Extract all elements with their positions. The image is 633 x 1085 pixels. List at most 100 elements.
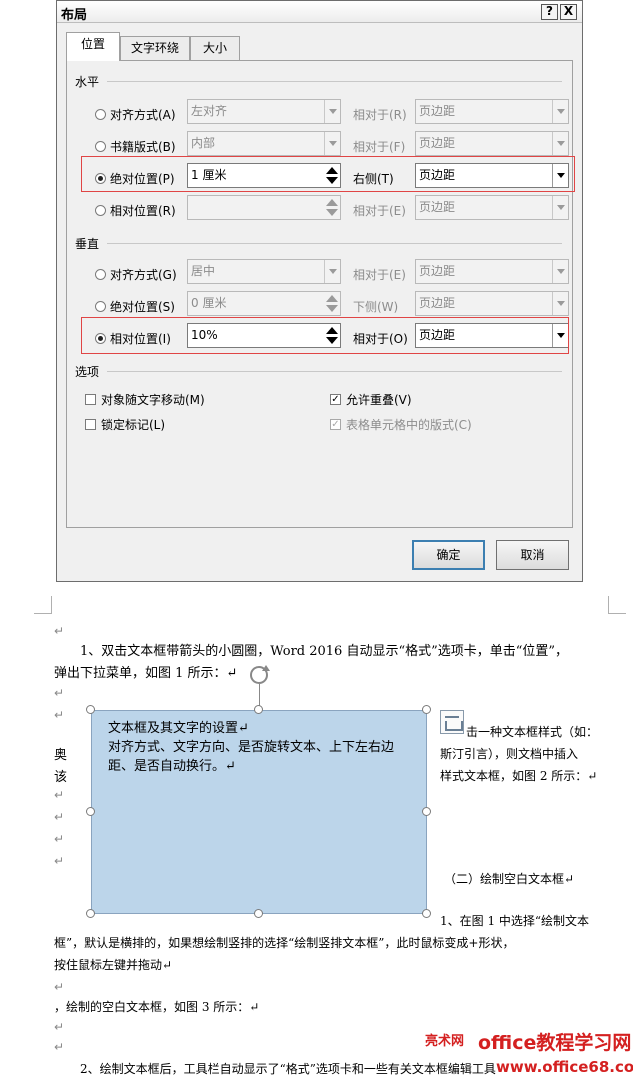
doc-right-line-1: 击一种文本框样式（如： [466, 725, 599, 739]
doc-heading-2: （二）绘制空白文本框↵ [444, 872, 575, 886]
section-divider [107, 243, 562, 244]
h-relative-radio[interactable]: 相对位置(R) [95, 202, 176, 219]
help-button[interactable]: ? [541, 4, 558, 20]
dialog-title: 布局 [61, 8, 88, 23]
tab-size[interactable]: 大小 [190, 36, 240, 60]
checkmark-icon: ✓ [330, 394, 341, 405]
chevron-down-icon [552, 324, 568, 347]
dialog-titlebar: 布局 ? X [57, 1, 582, 23]
doc-right-line-3: 样式文本框，如图 2 所示：↵ [440, 769, 598, 783]
allow-overlap-checkbox[interactable]: ✓ 允许重叠(V) [330, 391, 412, 408]
h-book-layout-radio[interactable]: 书籍版式(B) [95, 138, 176, 155]
position-panel: 水平 对齐方式(A) 左对齐 相对于(R) 页边距 书籍版式(B) 内部 相对于… [66, 60, 575, 528]
v-absolute-radio[interactable]: 绝对位置(S) [95, 298, 175, 315]
spinner-icon[interactable] [324, 324, 340, 347]
text-box-line-3: 距、是否自动换行。↵ [108, 759, 236, 774]
resize-handle[interactable] [254, 909, 263, 918]
v-align-radio[interactable]: 对齐方式(G) [95, 266, 177, 283]
paragraph-mark: ↵ [54, 788, 65, 802]
spinner-icon[interactable] [324, 292, 340, 315]
radio-icon [95, 109, 106, 120]
h-absolute-value: 1 厘米 [191, 168, 227, 182]
tab-text-wrapping[interactable]: 文字环绕 [120, 36, 190, 60]
resize-handle[interactable] [86, 705, 95, 714]
text-box-content[interactable]: 文本框及其文字的设置↵ 对齐方式、文字方向、是否旋转文本、上下左右边 距、是否自… [108, 719, 394, 776]
v-absolute-input[interactable]: 0 厘米 [187, 291, 341, 316]
chevron-down-icon [324, 100, 340, 123]
v-relative-rel-select[interactable]: 页边距 [415, 323, 569, 348]
resize-handle[interactable] [86, 909, 95, 918]
h-relative-input[interactable] [187, 195, 341, 220]
v-align-rel-select[interactable]: 页边距 [415, 259, 569, 284]
lock-anchor-checkbox[interactable]: 锁定标记(L) [85, 416, 165, 433]
v-relative-rel-value: 页边距 [419, 328, 456, 342]
spinner-icon[interactable] [324, 196, 340, 219]
watermark-site-cn: 亮术网 [425, 1034, 465, 1049]
checkbox-icon [85, 419, 96, 430]
h-absolute-radio[interactable]: 绝对位置(P) [95, 170, 175, 187]
paragraph-mark: ↵ [54, 832, 65, 846]
lock-anchor-label: 锁定标记(L) [101, 418, 166, 432]
h-book-select[interactable]: 内部 [187, 131, 341, 156]
h-align-rel-select[interactable]: 页边距 [415, 99, 569, 124]
h-book-rel-select[interactable]: 页边距 [415, 131, 569, 156]
resize-handle[interactable] [422, 807, 431, 816]
doc-line-2: 弹出下拉菜单，如图 1 所示：↵ [54, 666, 238, 681]
chevron-down-icon [552, 100, 568, 123]
layout-in-cell-checkbox[interactable]: ✓ 表格单元格中的版式(C) [330, 416, 472, 433]
doc-line-3: 框”，默认是横排的，如果想绘制竖排的选择“绘制竖排文本框”，此时鼠标变成+形状， [54, 936, 515, 950]
text-box-line-1: 文本框及其文字的设置↵ [108, 721, 249, 736]
resize-handle[interactable] [86, 807, 95, 816]
paragraph-mark: ↵ [54, 854, 65, 868]
resize-handle[interactable] [422, 909, 431, 918]
close-button[interactable]: X [560, 4, 577, 20]
rotate-icon[interactable] [250, 665, 270, 684]
chevron-down-icon [552, 260, 568, 283]
radio-checked-icon [95, 333, 106, 344]
h-relative-rel-select[interactable]: 页边距 [415, 195, 569, 220]
v-relative-input[interactable]: 10% [187, 323, 341, 348]
vertical-section-title: 垂直 [75, 237, 100, 251]
move-with-text-checkbox[interactable]: 对象随文字移动(M) [85, 391, 205, 408]
v-align-select[interactable]: 居中 [187, 259, 341, 284]
doc-right-line-2: 斯汀引言），则文档中插入 [440, 747, 579, 761]
h-book-label: 书籍版式(B) [110, 140, 176, 154]
h-absolute-rel-select[interactable]: 页边距 [415, 163, 569, 188]
h-align-select[interactable]: 左对齐 [187, 99, 341, 124]
doc-left-char-2: 该 [54, 770, 68, 785]
chevron-down-icon [324, 132, 340, 155]
allow-overlap-label: 允许重叠(V) [346, 393, 412, 407]
ok-button[interactable]: 确定 [412, 540, 485, 570]
radio-icon [95, 301, 106, 312]
h-align-radio[interactable]: 对齐方式(A) [95, 106, 176, 123]
chevron-down-icon [552, 196, 568, 219]
v-align-rel-value: 页边距 [419, 264, 456, 278]
v-absolute-rel-select[interactable]: 页边距 [415, 291, 569, 316]
spinner-icon[interactable] [324, 164, 340, 187]
radio-icon [95, 141, 106, 152]
resize-handle[interactable] [422, 705, 431, 714]
v-relative-radio[interactable]: 相对位置(I) [95, 330, 171, 347]
h-absolute-rel-label: 右侧(T) [353, 172, 394, 186]
paragraph-mark: ↵ [54, 980, 65, 994]
v-absolute-value: 0 厘米 [191, 296, 227, 310]
h-absolute-input[interactable]: 1 厘米 [187, 163, 341, 188]
doc-line-1: 1、双击文本框带箭头的小圆圈，Word 2016 自动显示“格式”选项卡，单击“… [80, 644, 569, 659]
h-align-rel-label: 相对于(R) [353, 108, 407, 122]
doc-line-4: 按住鼠标左键并拖动↵ [54, 958, 173, 972]
resize-handle[interactable] [254, 705, 263, 714]
checkbox-icon [85, 394, 96, 405]
horizontal-section-title: 水平 [75, 75, 100, 89]
v-align-value: 居中 [191, 264, 216, 278]
h-relative-label: 相对位置(R) [110, 204, 176, 218]
cancel-button[interactable]: 取消 [496, 540, 569, 570]
v-relative-rel-label: 相对于(O) [353, 332, 408, 346]
h-align-value: 左对齐 [191, 104, 228, 118]
h-relative-rel-value: 页边距 [419, 200, 456, 214]
v-align-label: 对齐方式(G) [110, 268, 177, 282]
v-absolute-rel-value: 页边距 [419, 296, 456, 310]
selected-text-box[interactable]: 文本框及其文字的设置↵ 对齐方式、文字方向、是否旋转文本、上下左右边 距、是否自… [91, 710, 427, 914]
h-book-rel-value: 页边距 [419, 136, 456, 150]
text-box-line-2: 对齐方式、文字方向、是否旋转文本、上下左右边 [108, 740, 395, 755]
tab-position[interactable]: 位置 [66, 32, 120, 61]
